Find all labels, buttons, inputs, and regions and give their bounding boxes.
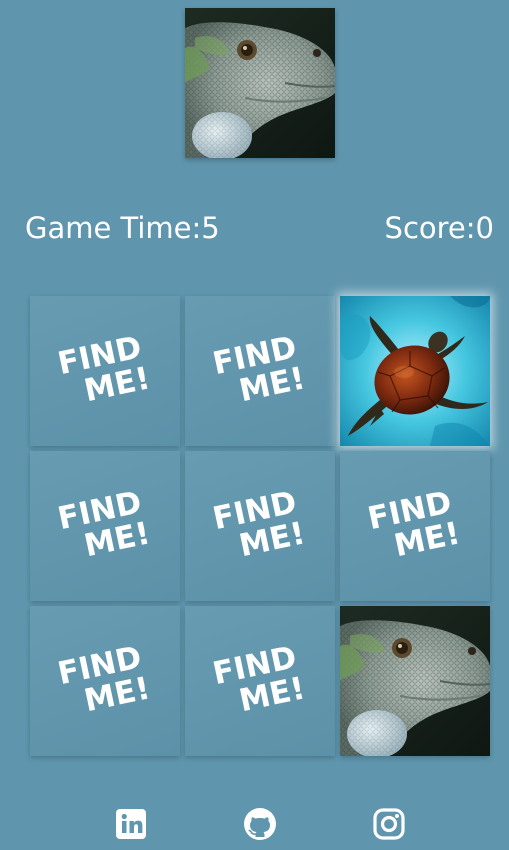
instagram-link[interactable] xyxy=(371,806,407,842)
card-back-label: FIND ME! xyxy=(185,606,335,756)
card-back-label: FIND ME! xyxy=(30,606,180,756)
score: Score:0 xyxy=(385,210,494,246)
card-7[interactable]: FIND ME! xyxy=(30,606,180,756)
score-label: Score: xyxy=(384,211,476,245)
game-time: Game Time:5 xyxy=(25,210,220,246)
linkedin-link[interactable] xyxy=(113,806,149,842)
instagram-icon xyxy=(373,808,405,840)
card-back-label: FIND ME! xyxy=(340,451,490,601)
game-time-value: 5 xyxy=(201,211,220,245)
card-back-label: FIND ME! xyxy=(185,451,335,601)
linkedin-icon xyxy=(116,809,146,839)
card-9[interactable] xyxy=(340,606,490,756)
game-board: FIND ME! FIND ME! FIND ME! FIND ME! FIND… xyxy=(30,296,490,756)
card-1[interactable]: FIND ME! xyxy=(30,296,180,446)
card-2[interactable]: FIND ME! xyxy=(185,296,335,446)
target-image xyxy=(185,8,335,158)
card-4[interactable]: FIND ME! xyxy=(30,451,180,601)
github-link[interactable] xyxy=(242,806,278,842)
footer xyxy=(0,806,509,846)
card-6[interactable]: FIND ME! xyxy=(340,451,490,601)
card-8[interactable]: FIND ME! xyxy=(185,606,335,756)
card-back-label: FIND ME! xyxy=(185,296,335,446)
card-back-label: FIND ME! xyxy=(30,296,180,446)
card-5[interactable]: FIND ME! xyxy=(185,451,335,601)
game-time-label: Game Time: xyxy=(25,211,202,245)
card-3[interactable] xyxy=(340,296,490,446)
card-back-label: FIND ME! xyxy=(30,451,180,601)
iguana-image xyxy=(185,8,335,158)
score-value: 0 xyxy=(475,211,494,245)
turtle-image xyxy=(340,296,490,446)
iguana-image xyxy=(340,606,490,756)
github-icon xyxy=(244,808,276,840)
